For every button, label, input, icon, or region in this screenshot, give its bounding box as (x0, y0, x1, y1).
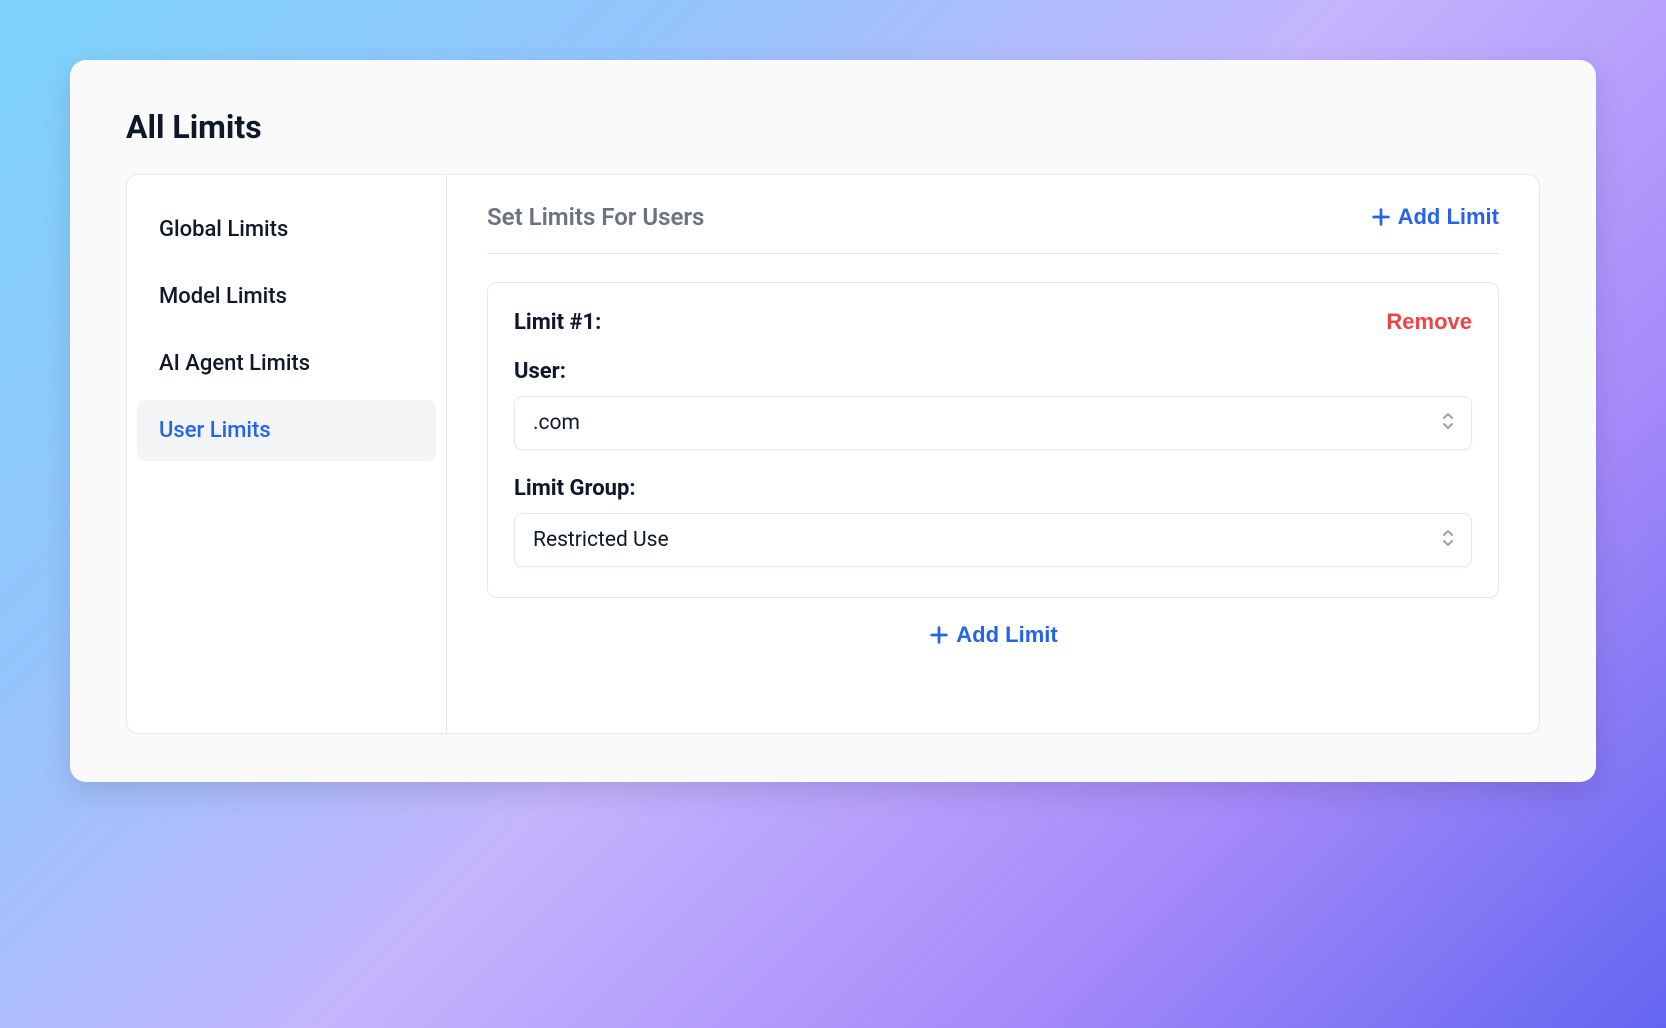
sidebar-item-global-limits[interactable]: Global Limits (137, 199, 436, 260)
plus-icon (1370, 206, 1392, 228)
add-limit-button-bottom[interactable]: Add Limit (928, 622, 1057, 648)
sidebar-item-label: Model Limits (159, 284, 287, 309)
limit-group-select-wrapper: Restricted Use (514, 513, 1472, 567)
sidebar-item-label: User Limits (159, 418, 271, 443)
plus-icon (928, 624, 950, 646)
remove-limit-button[interactable]: Remove (1386, 309, 1472, 335)
main-content: Set Limits For Users Add Limit Limit #1:… (447, 175, 1539, 733)
limits-card: All Limits Global Limits Model Limits AI… (70, 60, 1596, 782)
limit-card: Limit #1: Remove User: .com Limit Group:… (487, 282, 1499, 598)
add-limit-button-top[interactable]: Add Limit (1370, 204, 1499, 230)
user-select-wrapper: .com (514, 396, 1472, 450)
section-title: Set Limits For Users (487, 203, 704, 231)
main-header: Set Limits For Users Add Limit (487, 203, 1499, 254)
add-limit-label: Add Limit (1398, 204, 1499, 230)
sidebar-item-user-limits[interactable]: User Limits (137, 400, 436, 461)
sidebar-item-label: Global Limits (159, 217, 288, 242)
limit-group-select[interactable]: Restricted Use (514, 513, 1472, 567)
bottom-add-wrapper: Add Limit (487, 622, 1499, 650)
limit-title: Limit #1: (514, 310, 601, 335)
limit-group-field-label: Limit Group: (514, 476, 1472, 501)
sidebar-item-model-limits[interactable]: Model Limits (137, 266, 436, 327)
sidebar-item-ai-agent-limits[interactable]: AI Agent Limits (137, 333, 436, 394)
add-limit-label: Add Limit (956, 622, 1057, 648)
limits-panel: Global Limits Model Limits AI Agent Limi… (126, 174, 1540, 734)
limits-sidebar: Global Limits Model Limits AI Agent Limi… (127, 175, 447, 733)
sidebar-item-label: AI Agent Limits (159, 351, 310, 376)
user-select[interactable]: .com (514, 396, 1472, 450)
user-field-label: User: (514, 359, 1472, 384)
limit-card-header: Limit #1: Remove (514, 309, 1472, 335)
page-title: All Limits (126, 108, 1540, 146)
